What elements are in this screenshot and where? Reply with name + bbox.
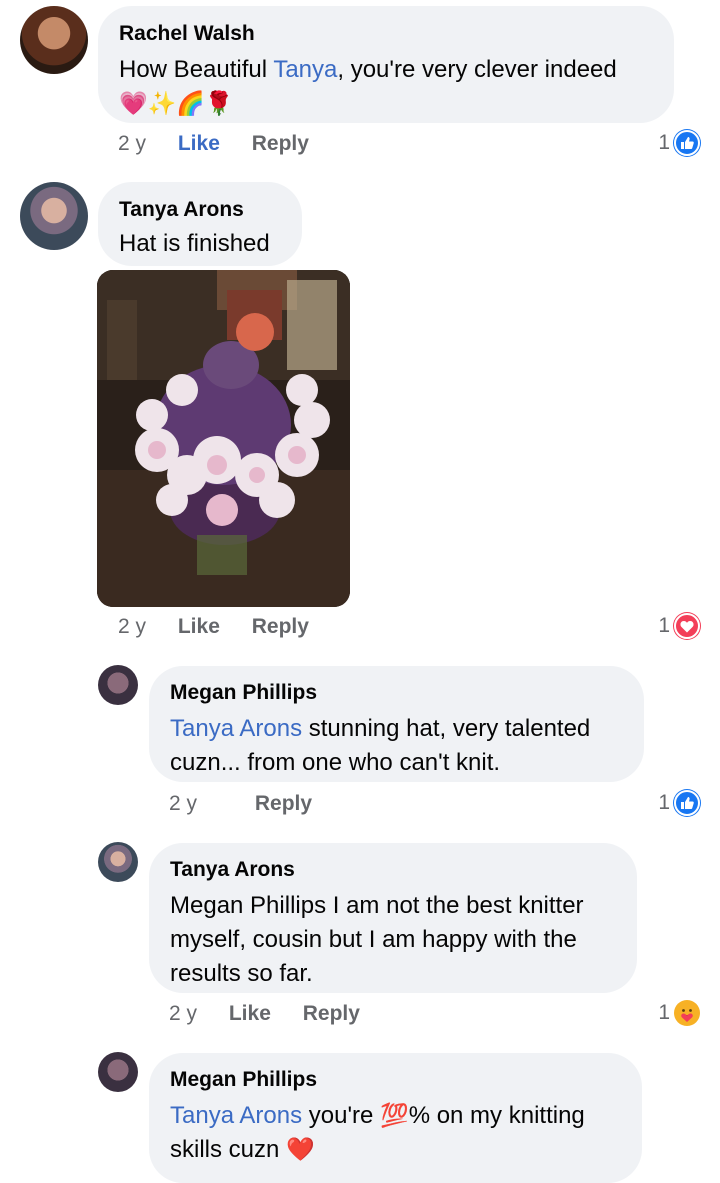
avatar-megan-phillips-2[interactable] xyxy=(98,1052,138,1092)
emoji-row: 💗✨🌈🌹 xyxy=(119,90,234,116)
avatar-rachel-walsh[interactable] xyxy=(20,6,88,74)
comment-author[interactable]: Tanya Arons xyxy=(119,197,282,223)
timestamp[interactable]: 2 y xyxy=(169,1002,197,1026)
reply-author[interactable]: Megan Phillips xyxy=(170,680,624,706)
mention-link[interactable]: Tanya xyxy=(273,56,337,83)
knitted-hat-photo xyxy=(97,270,350,607)
comment-text: How Beautiful Tanya, you're very clever … xyxy=(119,56,617,116)
timestamp[interactable]: 2 y xyxy=(118,615,146,639)
avatar-tanya-arons[interactable] xyxy=(20,182,88,250)
reply-actions: 2 y Reply xyxy=(169,792,312,816)
avatar-tanya-arons-small[interactable] xyxy=(98,842,138,882)
reply-button[interactable]: Reply xyxy=(252,132,309,156)
reply-text: Megan Phillips I am not the best knitter… xyxy=(170,892,584,987)
reaction-count: 1 xyxy=(658,791,670,814)
reply-text: Tanya Arons you're 💯% on my knitting ski… xyxy=(170,1102,585,1163)
love-reaction-icon xyxy=(674,613,700,639)
reply-author[interactable]: Tanya Arons xyxy=(170,857,617,883)
reaction-count: 1 xyxy=(658,131,670,154)
reaction-summary[interactable]: 1 xyxy=(658,613,700,639)
like-button[interactable]: Like xyxy=(178,132,220,156)
like-button[interactable]: Like xyxy=(229,1002,271,1026)
reply-bubble: Megan Phillips Tanya Arons you're 💯% on … xyxy=(149,1053,642,1183)
comment-actions: 2 y Like Reply xyxy=(118,132,309,156)
reaction-count: 1 xyxy=(658,1001,670,1024)
timestamp[interactable]: 2 y xyxy=(169,792,197,816)
reply-bubble: Megan Phillips Tanya Arons stunning hat,… xyxy=(149,666,644,782)
reply-bubble: Tanya Arons Megan Phillips I am not the … xyxy=(149,843,637,993)
reaction-summary[interactable]: 1 xyxy=(658,790,700,816)
reaction-summary[interactable]: 1 xyxy=(658,1000,700,1026)
reply-text: Tanya Arons stunning hat, very talented … xyxy=(170,715,591,776)
timestamp[interactable]: 2 y xyxy=(118,132,146,156)
reply-button[interactable]: Reply xyxy=(255,792,312,816)
red-heart-emoji: ❤️ xyxy=(286,1136,315,1162)
like-button[interactable]: Like xyxy=(178,615,220,639)
like-reaction-icon xyxy=(674,130,700,156)
comment-bubble: Tanya Arons Hat is finished xyxy=(98,182,302,266)
reply-actions: 2 y Like Reply xyxy=(169,1002,360,1026)
mention-link[interactable]: Tanya Arons xyxy=(170,715,302,742)
avatar-megan-phillips[interactable] xyxy=(98,665,138,705)
like-reaction-icon xyxy=(674,790,700,816)
care-reaction-icon xyxy=(674,1000,700,1026)
hundred-emoji: 💯 xyxy=(380,1102,409,1128)
comment-author[interactable]: Rachel Walsh xyxy=(119,21,654,47)
comment-photo[interactable] xyxy=(97,270,350,607)
mention-link[interactable]: Tanya Arons xyxy=(170,1102,302,1129)
reaction-count: 1 xyxy=(658,614,670,637)
comment-bubble: Rachel Walsh How Beautiful Tanya, you're… xyxy=(98,6,674,123)
reply-author[interactable]: Megan Phillips xyxy=(170,1067,622,1093)
comment-text: Hat is finished xyxy=(119,230,270,257)
comment-actions: 2 y Like Reply xyxy=(118,615,309,639)
reply-button[interactable]: Reply xyxy=(252,615,309,639)
reaction-summary[interactable]: 1 xyxy=(658,130,700,156)
reply-button[interactable]: Reply xyxy=(303,1002,360,1026)
